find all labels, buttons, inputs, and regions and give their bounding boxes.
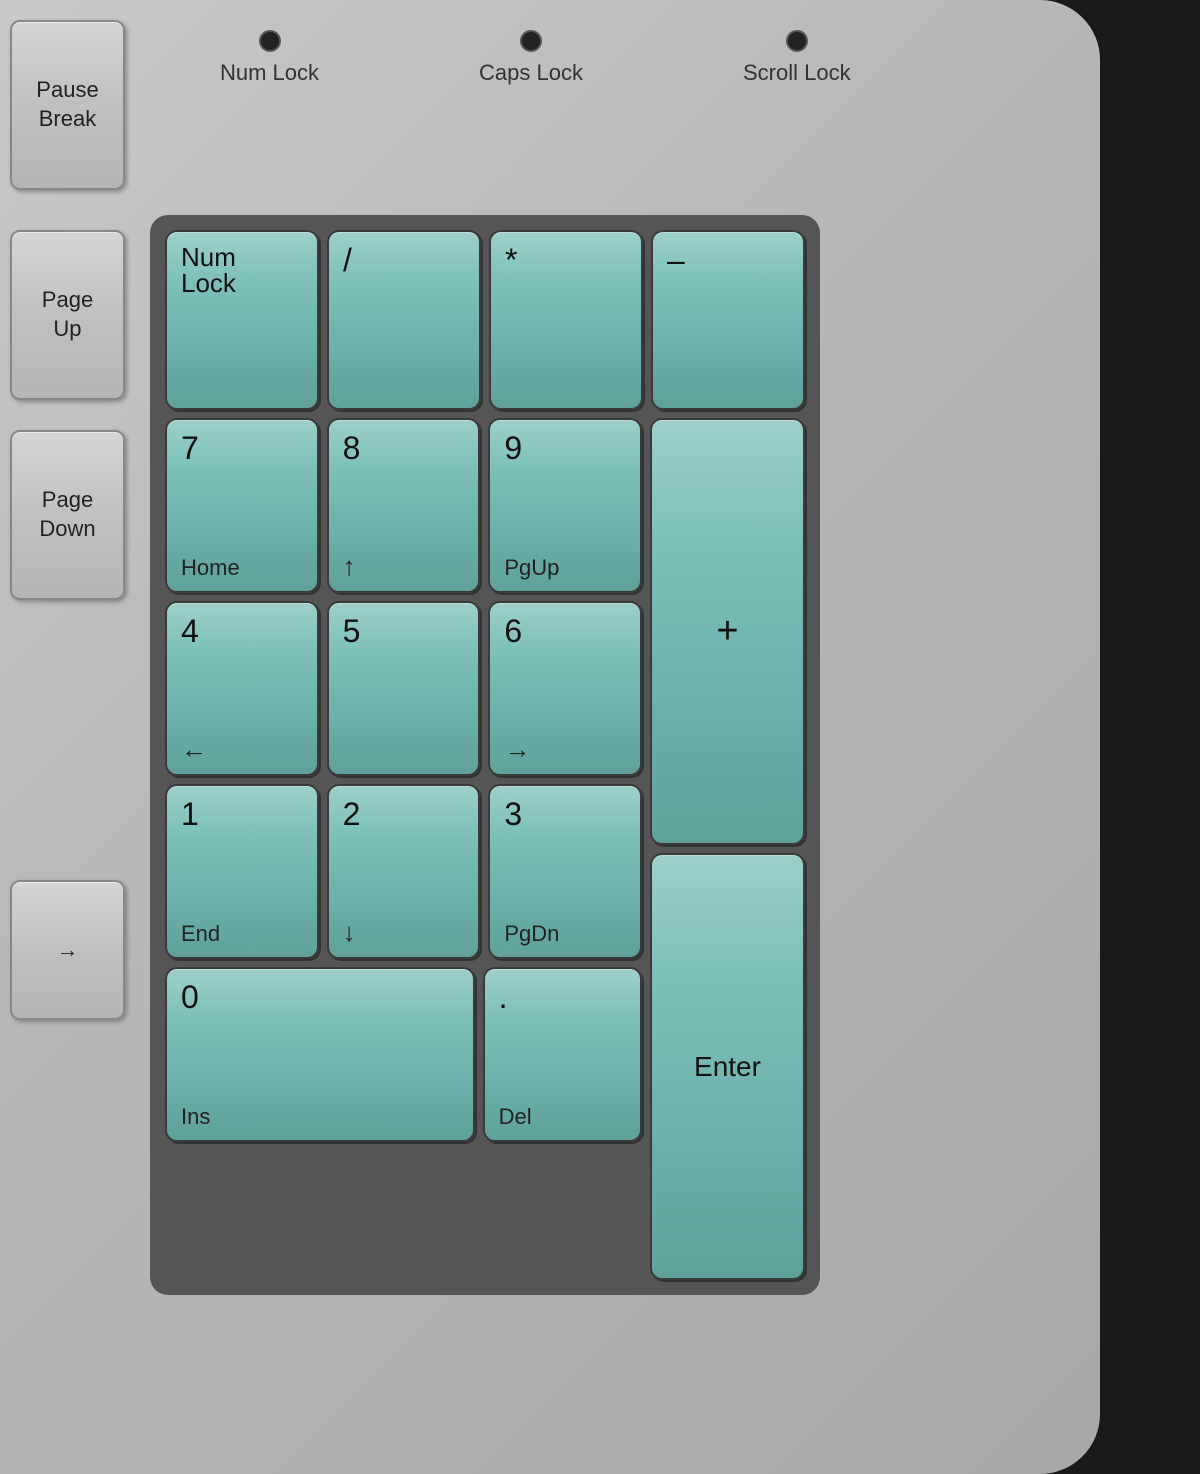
key-3-main: 3 xyxy=(504,798,626,830)
page-down-label: PageDown xyxy=(39,486,95,543)
key-6-main: 6 xyxy=(504,615,626,647)
scroll-lock-label: Scroll Lock xyxy=(743,60,851,86)
key-0[interactable]: 0 Ins xyxy=(165,967,475,1142)
multiply-label: * xyxy=(505,244,627,276)
key-1-sub: End xyxy=(181,923,303,945)
num-lock-label: Num Lock xyxy=(220,60,319,86)
numpad-row-4: 1 End 2 ↓ 3 PgDn xyxy=(165,784,642,959)
rows-2-5-wrapper: 7 Home 8 ↑ 9 PgUp xyxy=(165,418,805,1280)
key-7[interactable]: 7 Home xyxy=(165,418,319,593)
key-9[interactable]: 9 PgUp xyxy=(488,418,642,593)
minus-key[interactable]: – xyxy=(651,230,805,410)
key-8-main: 8 xyxy=(343,432,465,464)
key-9-sub: PgUp xyxy=(504,557,626,579)
page-up-key[interactable]: PageUp xyxy=(10,230,125,400)
arrow-right-label: → xyxy=(57,936,79,965)
key-4-main: 4 xyxy=(181,615,303,647)
rows-2-5-main: 7 Home 8 ↑ 9 PgUp xyxy=(165,418,642,1280)
key-1[interactable]: 1 End xyxy=(165,784,319,959)
numpad: NumLock / * – 7 xyxy=(150,215,820,1295)
num-lock-group: Num Lock xyxy=(220,30,319,86)
key-0-main: 0 xyxy=(181,981,459,1013)
multiply-key[interactable]: * xyxy=(489,230,643,410)
plus-label: + xyxy=(716,610,738,653)
key-7-sub: Home xyxy=(181,557,303,579)
minus-label: – xyxy=(667,244,789,276)
pause-break-label: PauseBreak xyxy=(36,76,98,133)
arrow-right-key[interactable]: → xyxy=(10,880,125,1020)
key-3-sub: PgDn xyxy=(504,923,626,945)
page-down-key[interactable]: PageDown xyxy=(10,430,125,600)
key-2-sub: ↓ xyxy=(343,919,465,945)
scroll-lock-group: Scroll Lock xyxy=(743,30,851,86)
keyboard-body: Num Lock Caps Lock Scroll Lock PauseBrea… xyxy=(0,0,1100,1474)
key-8-sub: ↑ xyxy=(343,553,465,579)
num-lock-led xyxy=(259,30,281,52)
numpad-row-5: 0 Ins . Del xyxy=(165,967,642,1142)
numpad-row-1: NumLock / * – xyxy=(165,230,805,410)
key-0-sub: Ins xyxy=(181,1106,459,1128)
key-1-main: 1 xyxy=(181,798,303,830)
key-3[interactable]: 3 PgDn xyxy=(488,784,642,959)
plus-key[interactable]: + xyxy=(650,418,805,845)
key-dot-sub: Del xyxy=(499,1106,626,1128)
caps-lock-label: Caps Lock xyxy=(479,60,583,86)
numpad-row-2: 7 Home 8 ↑ 9 PgUp xyxy=(165,418,642,593)
num-lock-key[interactable]: NumLock xyxy=(165,230,319,410)
key-2-main: 2 xyxy=(343,798,465,830)
key-8[interactable]: 8 ↑ xyxy=(327,418,481,593)
key-4[interactable]: 4 ← xyxy=(165,601,319,776)
numpad-inner: NumLock / * – 7 xyxy=(165,230,805,1280)
key-6[interactable]: 6 → xyxy=(488,601,642,776)
page-up-label: PageUp xyxy=(42,286,93,343)
enter-label: Enter xyxy=(694,1051,761,1083)
key-2[interactable]: 2 ↓ xyxy=(327,784,481,959)
key-9-main: 9 xyxy=(504,432,626,464)
key-5-main: 5 xyxy=(343,615,465,647)
key-6-sub: → xyxy=(504,736,626,762)
key-4-sub: ← xyxy=(181,736,303,762)
pause-break-key[interactable]: PauseBreak xyxy=(10,20,125,190)
key-7-main: 7 xyxy=(181,432,303,464)
key-5[interactable]: 5 xyxy=(327,601,481,776)
divide-key[interactable]: / xyxy=(327,230,481,410)
right-column: + Enter xyxy=(650,418,805,1280)
num-lock-key-label: NumLock xyxy=(181,244,303,296)
numpad-row-3: 4 ← 5 6 → xyxy=(165,601,642,776)
scroll-lock-led xyxy=(786,30,808,52)
led-area: Num Lock Caps Lock Scroll Lock xyxy=(220,30,851,86)
caps-lock-group: Caps Lock xyxy=(479,30,583,86)
key-dot[interactable]: . Del xyxy=(483,967,642,1142)
enter-key[interactable]: Enter xyxy=(650,853,805,1280)
caps-lock-led xyxy=(520,30,542,52)
key-dot-main: . xyxy=(499,981,626,1013)
divide-label: / xyxy=(343,244,465,276)
